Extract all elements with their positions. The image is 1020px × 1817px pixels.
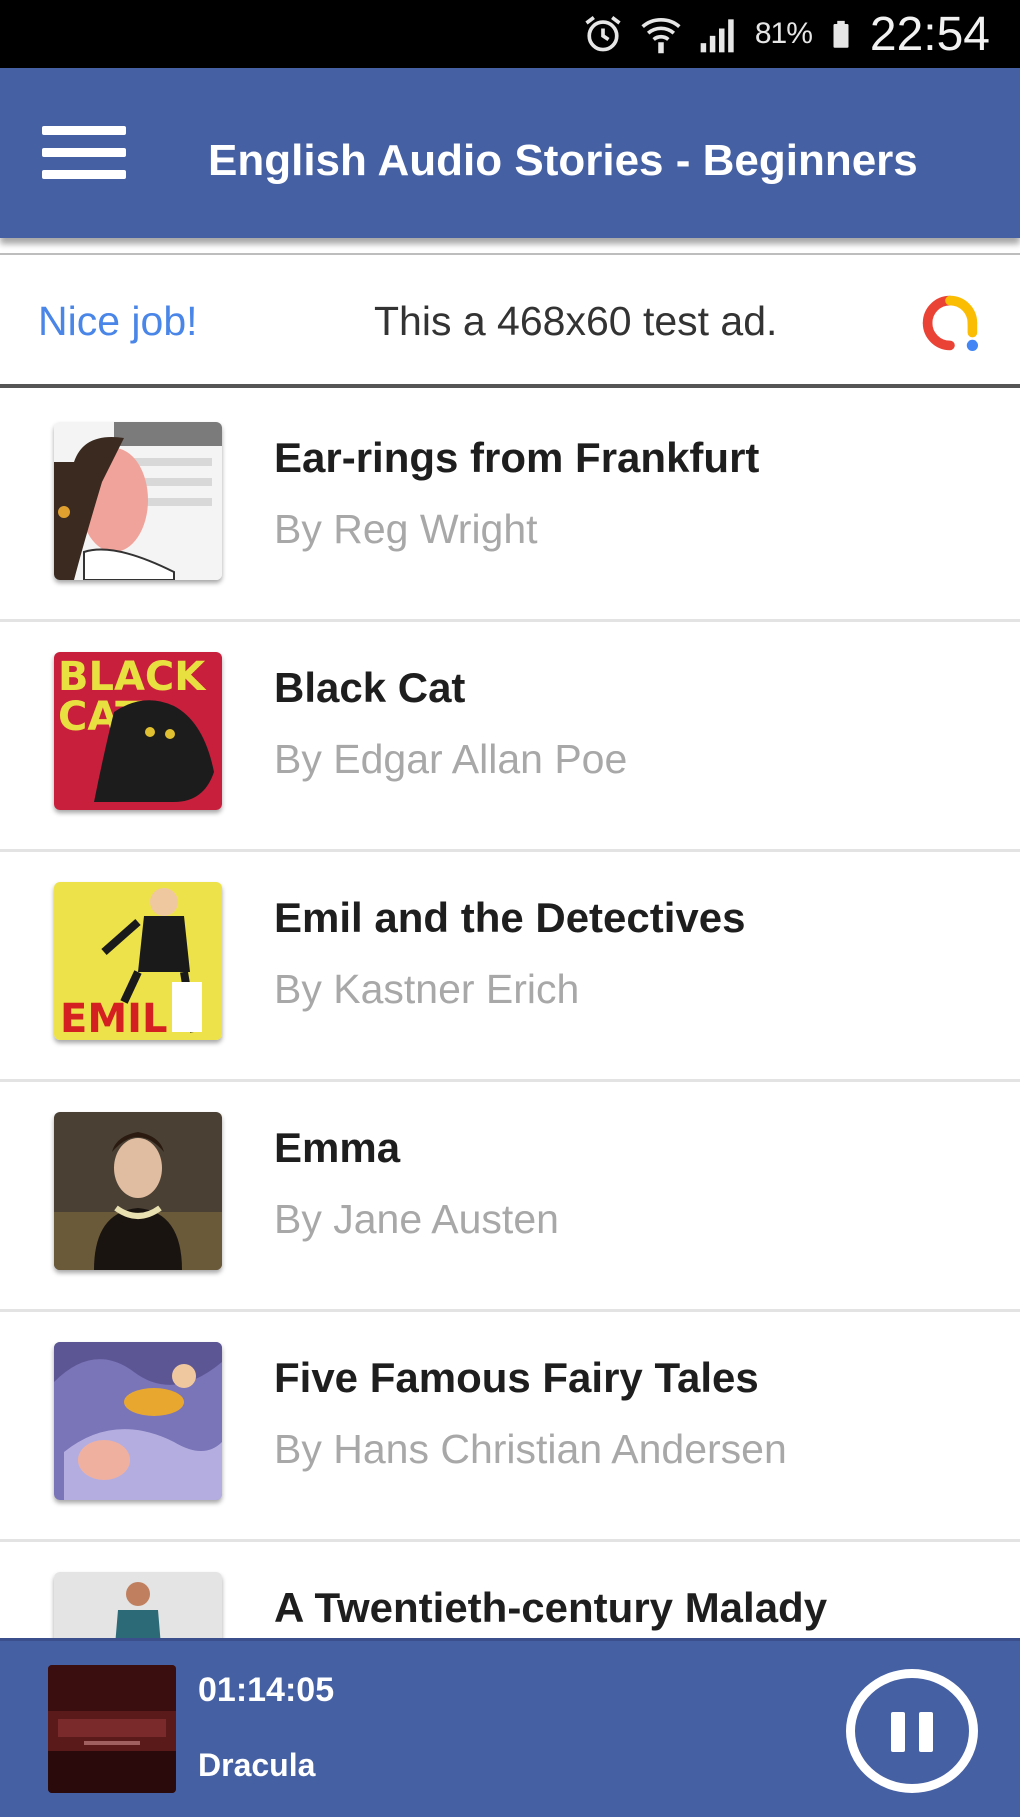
status-icons: 81% 22:54 — [581, 0, 990, 68]
story-author: By Edgar Allan Poe — [274, 736, 628, 782]
list-item[interactable]: BLACK CAT Black Cat By Edgar Allan Poe — [0, 622, 1020, 852]
app-title: English Audio Stories - Beginners — [208, 136, 918, 185]
pause-icon — [891, 1712, 905, 1752]
battery-percentage: 81% — [754, 17, 813, 50]
cover-image: EMIL — [54, 882, 222, 1040]
now-playing-bar[interactable]: 01:14:05 Dracula — [0, 1638, 1020, 1817]
battery-icon — [833, 20, 849, 48]
svg-text:EMIL: EMIL — [60, 996, 168, 1040]
story-author: By Kastner Erich — [274, 966, 580, 1012]
story-title: A Twentieth-century Malady — [274, 1584, 828, 1631]
clock: 22:54 — [869, 7, 990, 61]
list-item[interactable]: Five Famous Fairy Tales By Hans Christia… — [0, 1312, 1020, 1542]
story-title: Black Cat — [274, 664, 466, 711]
cover-image — [54, 1342, 222, 1500]
story-title: Emma — [274, 1124, 401, 1171]
ad-banner[interactable]: Nice job! This a 468x60 test ad. — [0, 253, 1020, 388]
app-bar: English Audio Stories - Beginners — [0, 68, 1020, 238]
now-playing-title: Dracula — [198, 1747, 316, 1783]
pause-icon-bar — [919, 1712, 933, 1752]
hamburger-menu-icon[interactable] — [38, 118, 130, 188]
story-title: Ear-rings from Frankfurt — [274, 434, 760, 481]
now-playing-cover[interactable] — [48, 1665, 176, 1793]
cover-image — [54, 422, 222, 580]
story-title: Emil and the Detectives — [274, 894, 746, 941]
list-item[interactable]: Ear-rings from Frankfurt By Reg Wright — [0, 392, 1020, 622]
list-item[interactable]: Emma By Jane Austen — [0, 1082, 1020, 1312]
story-list[interactable]: Ear-rings from Frankfurt By Reg Wright B… — [0, 392, 1020, 1638]
cover-image — [54, 1112, 222, 1270]
ads-logo-icon — [922, 295, 978, 351]
ad-text: This a 468x60 test ad. — [374, 298, 778, 344]
list-item[interactable]: A Twentieth-century Malady — [0, 1542, 1020, 1638]
story-author: By Jane Austen — [274, 1196, 559, 1242]
ad-label: Nice job! — [38, 298, 198, 344]
story-title: Five Famous Fairy Tales — [274, 1354, 759, 1401]
cover-image: BLACK CAT — [54, 652, 222, 810]
cover-image — [54, 1572, 222, 1638]
wifi-icon — [641, 17, 681, 54]
playback-time: 01:14:05 — [198, 1671, 335, 1709]
alarm-icon — [585, 16, 621, 52]
story-author: By Reg Wright — [274, 506, 538, 552]
story-author: By Hans Christian Andersen — [274, 1426, 787, 1472]
status-bar: 81% 22:54 — [0, 0, 1020, 68]
signal-icon — [700, 19, 734, 53]
pause-button[interactable] — [846, 1669, 978, 1793]
list-item[interactable]: EMIL Emil and the Detectives By Kastner … — [0, 852, 1020, 1082]
